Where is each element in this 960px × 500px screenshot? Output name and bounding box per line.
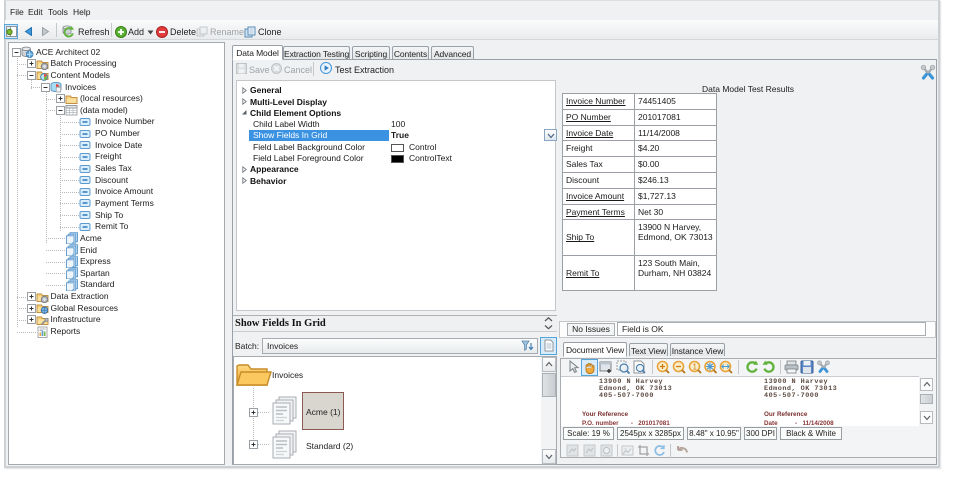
svg-text:1: 1 (693, 363, 698, 372)
